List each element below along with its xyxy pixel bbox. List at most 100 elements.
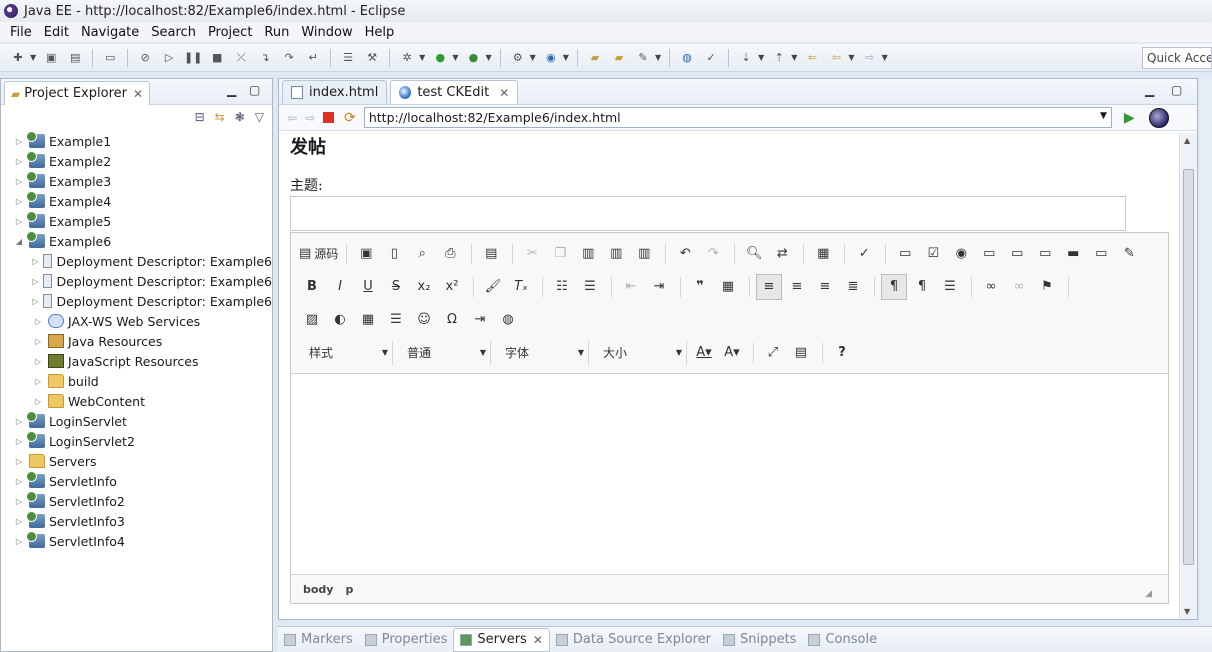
debug-icon[interactable]: ✲ [398,50,416,66]
prev-annotation-icon[interactable]: ⇡ [770,50,788,66]
tab-test-ckedit[interactable]: test CKEdit ✕ [390,80,519,104]
run-server-icon[interactable]: ● [464,50,482,66]
new-server-icon[interactable]: ⚙ [509,50,527,66]
outdent-icon[interactable]: ⇤ [618,274,644,300]
disconnect-icon[interactable]: ⤫ [232,50,250,66]
chevron-down-icon[interactable]: ▼ [419,53,425,62]
chevron-down-icon[interactable]: ▼ [563,53,569,62]
resume-icon[interactable]: ▷ [160,50,178,66]
next-annotation-icon[interactable]: ⇣ [737,50,755,66]
form-icon[interactable]: ▭ [892,241,918,267]
collapsed-arrow-icon[interactable]: ▷ [32,317,44,326]
special-char-icon[interactable]: Ω [439,307,465,333]
replace-icon[interactable]: ⇄ [769,241,795,267]
chevron-down-icon[interactable]: ▼ [1100,111,1107,121]
flash-icon[interactable]: ◐ [327,307,353,333]
find-icon[interactable]: 🔍︎ [741,241,767,267]
iframe-icon[interactable]: ◍ [495,307,521,333]
close-icon[interactable]: ✕ [533,633,543,647]
save-icon[interactable]: ▣ [42,50,60,66]
collapsed-arrow-icon[interactable]: ▷ [13,177,25,186]
tab-index-html[interactable]: index.html [282,80,388,104]
paste-icon[interactable]: ▥ [575,241,601,267]
select-field-icon[interactable]: ▭ [1032,241,1058,267]
tree-item[interactable]: ▷ JavaScript Resources [1,351,272,371]
quick-access-input[interactable]: Quick Access [1142,47,1212,69]
tree-item[interactable]: ▷ Deployment Descriptor: Example6 [1,251,272,271]
menu-navigate[interactable]: Navigate [75,25,145,40]
expanded-arrow-icon[interactable]: ◢ [13,237,25,246]
new-java-class-icon[interactable]: ◉ [542,50,560,66]
forward-icon[interactable]: ⇨ [305,111,315,125]
resize-grip-icon[interactable]: ◢ [1145,589,1152,599]
maximize-icon[interactable]: ▢ [249,83,260,97]
radio-icon[interactable]: ◉ [948,241,974,267]
menu-window[interactable]: Window [295,25,358,40]
image-button-icon[interactable]: ▭ [1088,241,1114,267]
remove-format-icon[interactable]: Tₓ [508,274,534,300]
subscript-icon[interactable]: x₂ [411,274,437,300]
forward-icon[interactable]: ⇨ [861,50,879,66]
tree-item[interactable]: ▷ build [1,371,272,391]
ckeditor-content-area[interactable] [291,374,1168,574]
text-field-icon[interactable]: ▭ [976,241,1002,267]
tree-item[interactable]: ▷ ServletInfo3 [1,511,272,531]
link-with-editor-icon[interactable]: ⇆ [215,110,225,124]
chevron-down-icon[interactable]: ▼ [848,53,854,62]
bold-icon[interactable]: B [299,274,325,300]
step-into-icon[interactable]: ↴ [256,50,274,66]
scrollbar-thumb[interactable] [1183,169,1194,565]
blockquote-icon[interactable]: ❞ [687,274,713,300]
filter-icon[interactable]: ❃ [235,110,245,124]
back-icon[interactable]: ⇦ [827,50,845,66]
build-icon[interactable]: ⚒ [363,50,381,66]
menu-run[interactable]: Run [258,25,295,40]
refresh-icon[interactable]: ⟳ [344,110,356,126]
annotation-icon[interactable]: ✓ [702,50,720,66]
last-edit-location-icon[interactable]: ⇐ [803,50,821,66]
url-input[interactable]: http://localhost:82/Example6/index.html … [363,107,1112,128]
tab-markers[interactable]: Markers [278,628,359,652]
go-icon[interactable]: ▶ [1124,110,1135,126]
subject-input[interactable] [290,196,1126,231]
tree-item[interactable]: ▷ JAX-WS Web Services [1,311,272,331]
project-explorer-tab[interactable]: ▰ Project Explorer ✕ [4,81,151,105]
task-list-icon[interactable]: ☰ [339,50,357,66]
page-break-icon[interactable]: ⇥ [467,307,493,333]
tree-item[interactable]: ▷ Example5 [1,211,272,231]
open-folder-icon[interactable]: ▰ [610,50,628,66]
menu-project[interactable]: Project [202,25,258,40]
menu-file[interactable]: File [4,25,38,40]
ltr-icon[interactable]: ¶ [881,273,907,300]
smiley-icon[interactable]: ☺ [411,307,437,333]
tree-item[interactable]: ▷ Example4 [1,191,272,211]
minimize-icon[interactable]: ▁ [227,83,236,97]
collapsed-arrow-icon[interactable]: ▷ [13,497,25,506]
chevron-down-icon[interactable]: ▼ [791,53,797,62]
help-icon[interactable]: ? [829,340,855,366]
size-combo[interactable]: 大小 ▼ [593,340,687,365]
tree-item[interactable]: ▷ Example2 [1,151,272,171]
image-icon[interactable]: ▨ [299,307,325,333]
back-icon[interactable]: ⇦ [287,111,297,125]
chevron-down-icon[interactable]: ▼ [758,53,764,62]
collapsed-arrow-icon[interactable]: ▷ [13,417,25,426]
checkbox-icon[interactable]: ☑ [920,241,946,267]
view-menu-icon[interactable]: ▽ [255,110,264,124]
collapsed-arrow-icon[interactable]: ▷ [32,357,44,366]
hidden-field-icon[interactable]: ✎ [1116,241,1142,267]
collapsed-arrow-icon[interactable]: ▷ [32,377,44,386]
link-icon[interactable]: ∞ [978,274,1004,300]
step-return-icon[interactable]: ↵ [304,50,322,66]
bg-color-icon[interactable]: A▾ [719,340,745,366]
chevron-down-icon[interactable]: ▼ [30,53,36,62]
div-container-icon[interactable]: ▦ [715,274,741,300]
tree-item[interactable]: ▷ Deployment Descriptor: Example6 [1,291,272,311]
tab-snippets[interactable]: Snippets [717,628,802,652]
align-left-icon[interactable]: ≡ [756,273,782,300]
superscript-icon[interactable]: x² [439,274,465,300]
scroll-up-icon[interactable]: ▲ [1184,136,1190,145]
collapsed-arrow-icon[interactable]: ▷ [13,437,25,446]
tree-item[interactable]: ▷ LoginServlet2 [1,431,272,451]
spellcheck-icon[interactable]: ✓ [851,241,877,267]
